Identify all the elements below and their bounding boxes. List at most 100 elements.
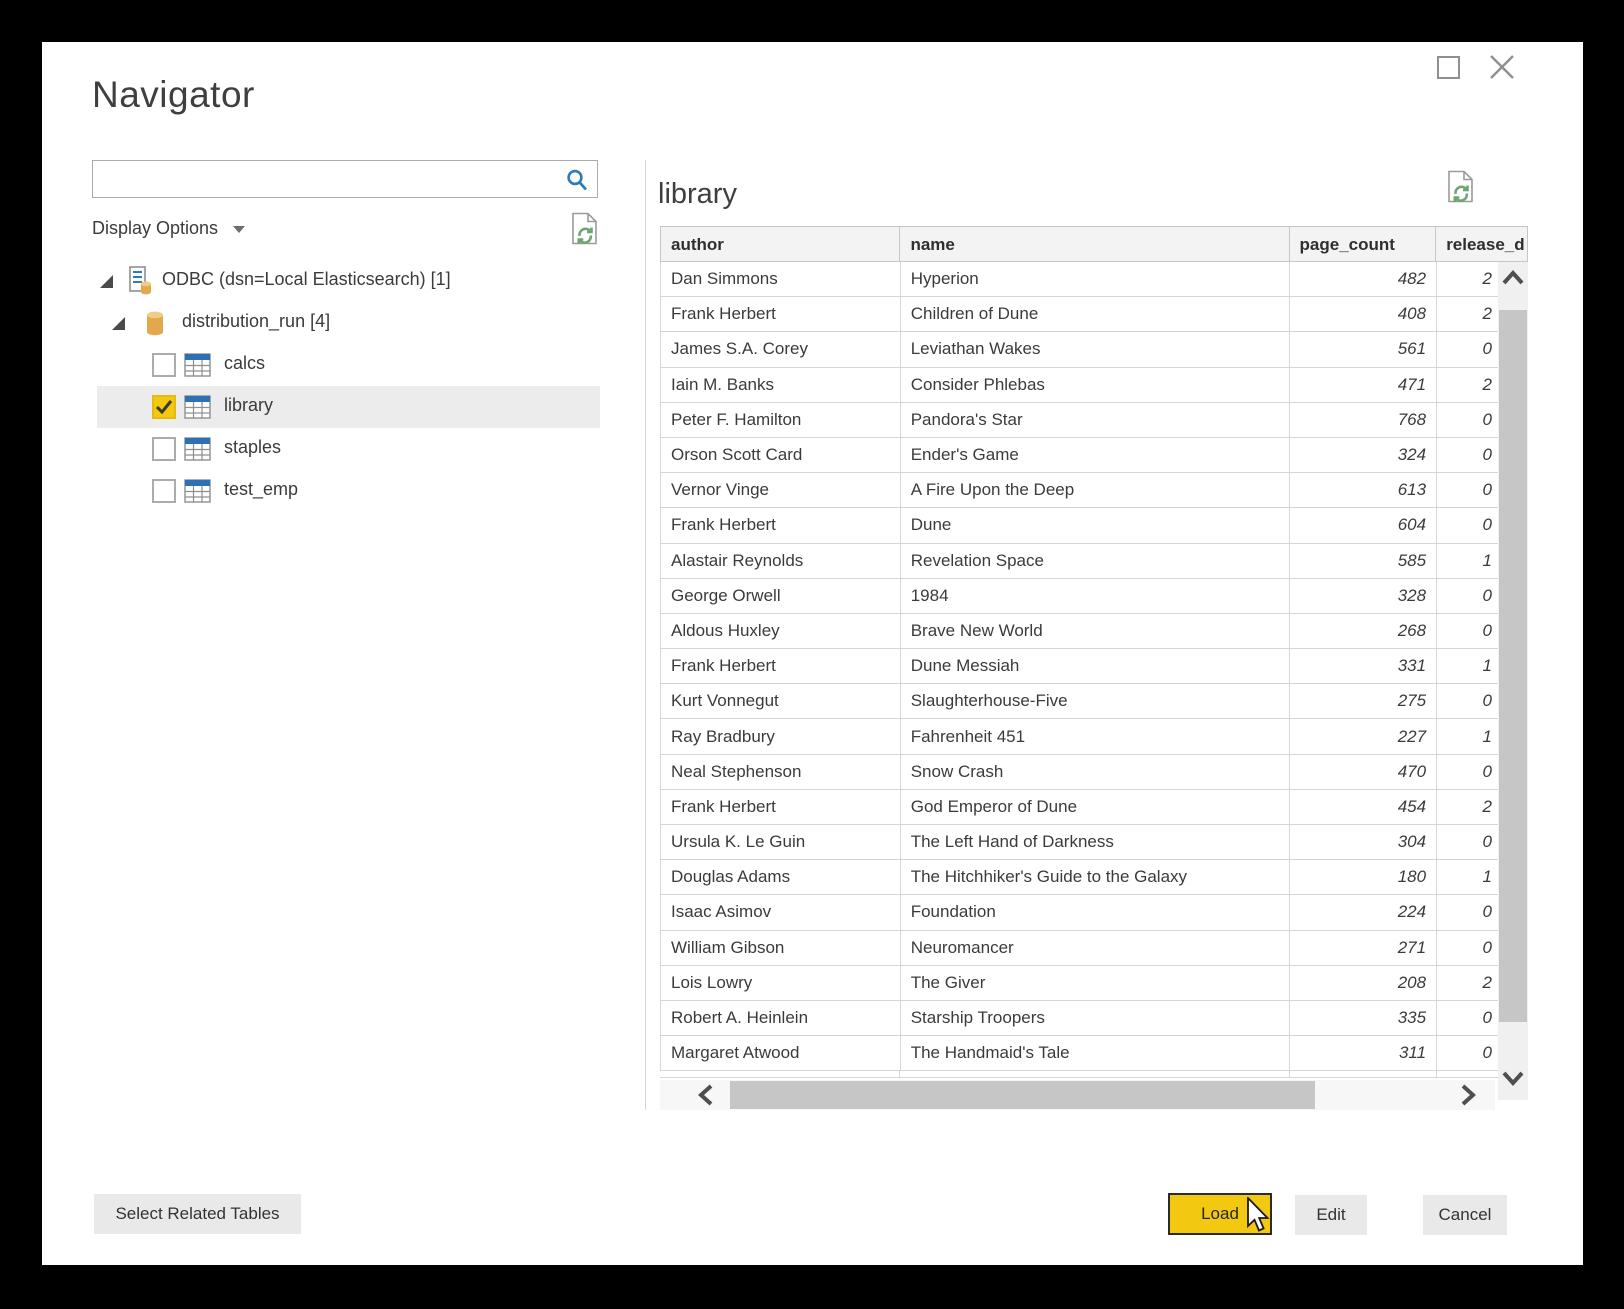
cell-author: Frank Herbert [661, 508, 901, 542]
cell-page-count: 471 [1290, 368, 1437, 402]
table-row: Frank Herbert Dune 604 0 [661, 508, 1528, 543]
refresh-icon[interactable] [1446, 170, 1476, 203]
load-button[interactable]: Load [1168, 1193, 1272, 1235]
scroll-up-icon[interactable] [1501, 268, 1525, 288]
cell-author: Aldous Huxley [661, 614, 901, 648]
clipped-table-row [660, 1071, 1528, 1078]
cell-author: Neal Stephenson [661, 755, 901, 789]
cell-page-count: 271 [1290, 931, 1437, 965]
table-icon [184, 479, 211, 503]
cell-author: Iain M. Banks [661, 368, 901, 402]
tree-item-table-calcs[interactable]: calcs [42, 344, 642, 386]
cell-name: Hyperion [901, 262, 1291, 296]
cell-page-count: 304 [1290, 825, 1437, 859]
vertical-scrollbar[interactable] [1498, 262, 1528, 1100]
cell-name: A Fire Upon the Deep [901, 473, 1291, 507]
tree-item-table-library[interactable]: library [42, 386, 642, 428]
checkbox-checked[interactable] [152, 395, 176, 419]
navigator-tree: ODBC (dsn=Local Elasticsearch) [1] distr… [42, 260, 642, 512]
tree-item-database[interactable]: distribution_run [4] [42, 302, 642, 344]
select-related-tables-button[interactable]: Select Related Tables [94, 1194, 301, 1234]
checkmark-icon [154, 397, 174, 417]
table-row: George Orwell 1984 328 0 [661, 579, 1528, 614]
cell-name: The Hitchhiker's Guide to the Galaxy [901, 860, 1291, 894]
cell-page-count: 311 [1290, 1036, 1437, 1070]
cell-name: Revelation Space [901, 544, 1291, 578]
table-row: Alastair Reynolds Revelation Space 585 1 [661, 544, 1528, 579]
cell-author: Lois Lowry [661, 966, 901, 1000]
search-icon[interactable] [565, 168, 589, 192]
cell-name: Neuromancer [901, 931, 1291, 965]
navigator-dialog: Navigator Display Options [42, 42, 1583, 1265]
table-row: Iain M. Banks Consider Phlebas 471 2 [661, 368, 1528, 403]
cell-name: Consider Phlebas [901, 368, 1291, 402]
cell-author: George Orwell [661, 579, 901, 613]
table-row: Robert A. Heinlein Starship Troopers 335… [661, 1001, 1528, 1036]
cell-page-count: 561 [1290, 332, 1437, 366]
cell-page-count: 227 [1290, 719, 1437, 753]
cell-author: Orson Scott Card [661, 438, 901, 472]
cell-author: Peter F. Hamilton [661, 403, 901, 437]
table-row: Ursula K. Le Guin The Left Hand of Darkn… [661, 825, 1528, 860]
search-input[interactable] [101, 164, 556, 194]
edit-button[interactable]: Edit [1295, 1195, 1367, 1235]
table-row: Frank Herbert Dune Messiah 331 1 [661, 649, 1528, 684]
vertical-scrollbar-thumb[interactable] [1499, 310, 1527, 1022]
close-icon[interactable] [1487, 52, 1517, 82]
tree-item-odbc-source[interactable]: ODBC (dsn=Local Elasticsearch) [1] [42, 260, 642, 302]
cell-author: James S.A. Corey [661, 332, 901, 366]
expander-icon[interactable] [112, 317, 125, 330]
cell-author: Frank Herbert [661, 649, 901, 683]
cell-page-count: 604 [1290, 508, 1437, 542]
display-options-label: Display Options [92, 218, 218, 238]
cell-name: Foundation [901, 895, 1291, 929]
maximize-icon[interactable] [1437, 56, 1460, 79]
server-database-icon [126, 266, 154, 296]
refresh-icon[interactable] [570, 212, 600, 245]
display-options-dropdown[interactable]: Display Options [92, 218, 245, 244]
table-row: William Gibson Neuromancer 271 0 [661, 931, 1528, 966]
cell-page-count: 408 [1290, 297, 1437, 331]
pane-divider [645, 160, 646, 1110]
cell-name: Ender's Game [901, 438, 1291, 472]
tree-item-table-staples[interactable]: staples [42, 428, 642, 470]
cell-name: Pandora's Star [901, 403, 1291, 437]
tree-item-label: test_emp [224, 479, 298, 500]
table-row: Lois Lowry The Giver 208 2 [661, 966, 1528, 1001]
checkbox-unchecked[interactable] [152, 479, 176, 503]
column-header-page-count: page_count [1290, 227, 1437, 261]
preview-title: library [658, 178, 737, 211]
cell-name: Snow Crash [901, 755, 1291, 789]
horizontal-scrollbar[interactable] [660, 1080, 1495, 1110]
cell-name: Dune Messiah [901, 649, 1291, 683]
tree-item-label: ODBC (dsn=Local Elasticsearch) [1] [162, 269, 451, 290]
cell-page-count: 335 [1290, 1001, 1437, 1035]
cell-name: Dune [901, 508, 1291, 542]
chevron-down-icon [233, 226, 245, 233]
cell-page-count: 328 [1290, 579, 1437, 613]
cell-author: Vernor Vinge [661, 473, 901, 507]
cell-author: Dan Simmons [661, 262, 901, 296]
cancel-button[interactable]: Cancel [1423, 1195, 1507, 1235]
cell-page-count: 208 [1290, 966, 1437, 1000]
cell-page-count: 180 [1290, 860, 1437, 894]
cell-name: The Giver [901, 966, 1291, 1000]
horizontal-scrollbar-thumb[interactable] [730, 1081, 1315, 1109]
table-icon [184, 353, 211, 377]
column-header-author: author [661, 227, 900, 261]
scroll-right-icon[interactable] [1458, 1083, 1478, 1107]
tree-item-label: distribution_run [4] [182, 311, 330, 332]
scroll-down-icon[interactable] [1501, 1068, 1525, 1088]
cell-author: Robert A. Heinlein [661, 1001, 901, 1035]
tree-item-table-test-emp[interactable]: test_emp [42, 470, 642, 512]
cell-author: Alastair Reynolds [661, 544, 901, 578]
scroll-left-icon[interactable] [696, 1083, 716, 1107]
expander-icon[interactable] [100, 275, 113, 288]
preview-table-header: author name page_count release_d [660, 226, 1528, 262]
cell-page-count: 585 [1290, 544, 1437, 578]
tree-item-label: calcs [224, 353, 265, 374]
table-row: Isaac Asimov Foundation 224 0 [661, 895, 1528, 930]
cell-author: Margaret Atwood [661, 1036, 901, 1070]
checkbox-unchecked[interactable] [152, 353, 176, 377]
checkbox-unchecked[interactable] [152, 437, 176, 461]
